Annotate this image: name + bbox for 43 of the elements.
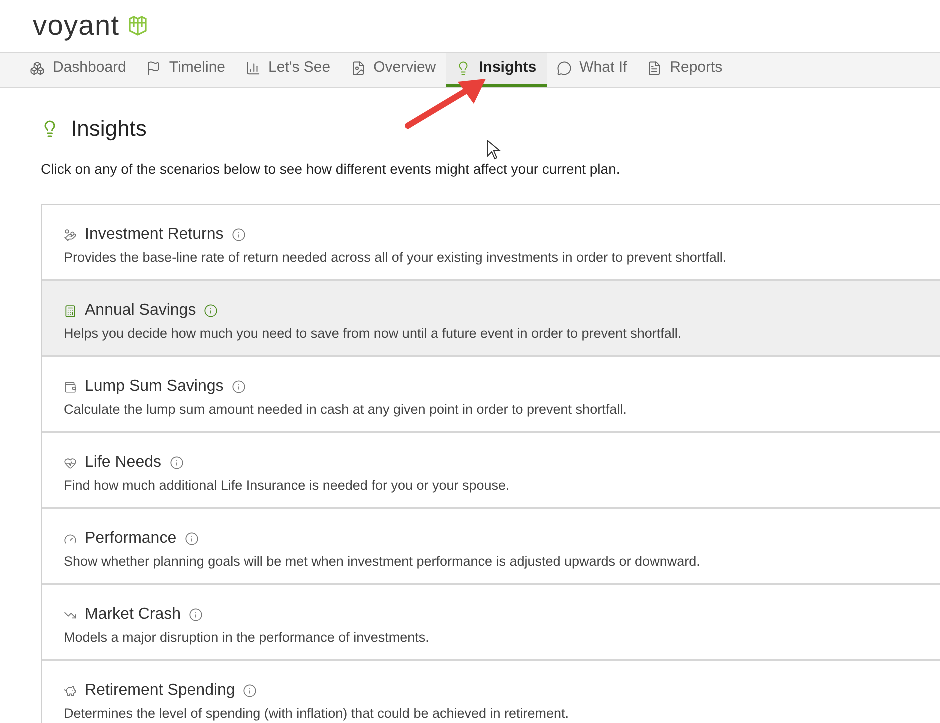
nav-tab[interactable]: Reports <box>637 53 733 87</box>
scenario-title: Investment Returns <box>85 225 224 245</box>
scenario-description: Find how much additional Life Insurance is needed for you or your spouse. <box>64 477 511 495</box>
document-icon <box>350 61 366 76</box>
bar-chart-icon <box>246 61 261 76</box>
info-icon[interactable] <box>204 304 218 318</box>
nav-tab[interactable]: Dashboard <box>20 53 136 87</box>
scenario-description: Models a major disruption in the performance of investments. <box>64 629 430 647</box>
info-icon[interactable] <box>170 456 184 470</box>
scenario-description: Provides the base-line rate of return needed across all of your existing investments in order to prevent shortfall. <box>64 249 728 267</box>
scenario-item[interactable]: Annual Savings Helps you decide how much you need to save from now until a future event in order to prevent shortfall. <box>42 281 940 357</box>
nav-tab[interactable]: What If <box>546 53 638 87</box>
nav-tab[interactable]: Overview <box>340 53 446 87</box>
intro-text: Click on any of the scenarios below to see how different events might affect your current plan. <box>41 160 622 179</box>
heart-icon <box>64 456 77 470</box>
scenario-title: Retirement Spending <box>85 681 236 701</box>
info-icon[interactable] <box>184 532 199 546</box>
brand-name: voyant <box>33 9 120 43</box>
scenario-title: Annual Savings <box>85 301 196 321</box>
hand-coins-icon <box>64 228 77 242</box>
info-icon[interactable] <box>189 608 204 622</box>
info-icon[interactable] <box>243 684 258 698</box>
piggy-bank-icon <box>64 684 77 698</box>
scenario-description: Helps you decide how much you need to save from now until a future event in order to prevent shortfall. <box>64 325 683 343</box>
scenario-description: Show whether planning goals will be met when investment performance is adjusted upwards or downward. <box>64 553 702 571</box>
scenario-title: Life Needs <box>85 453 162 473</box>
scenario-description: Determines the level of spending (with inflation) that could be achieved in retirement. <box>64 705 570 723</box>
mouse-cursor-icon <box>487 140 501 160</box>
info-icon[interactable] <box>232 228 246 242</box>
flag-icon <box>146 61 162 76</box>
nav-tab[interactable]: Timeline <box>136 53 236 87</box>
nav-tab[interactable]: Insights <box>446 53 547 87</box>
page-title: Insights <box>71 115 147 143</box>
scenario-title: Market Crash <box>85 605 182 625</box>
calculator-icon <box>64 304 77 318</box>
scenario-title: Lump Sum Savings <box>85 377 224 397</box>
nav-tab[interactable]: Let's See <box>236 53 341 87</box>
scenario-title: Performance <box>85 529 177 549</box>
info-icon[interactable] <box>232 380 246 394</box>
boxes-icon <box>30 61 45 76</box>
scenario-description: Calculate the lump sum amount needed in cash at any given point in order to prevent shortfall. <box>64 401 628 419</box>
logo-icon <box>128 16 148 36</box>
gauge-icon <box>64 532 77 546</box>
